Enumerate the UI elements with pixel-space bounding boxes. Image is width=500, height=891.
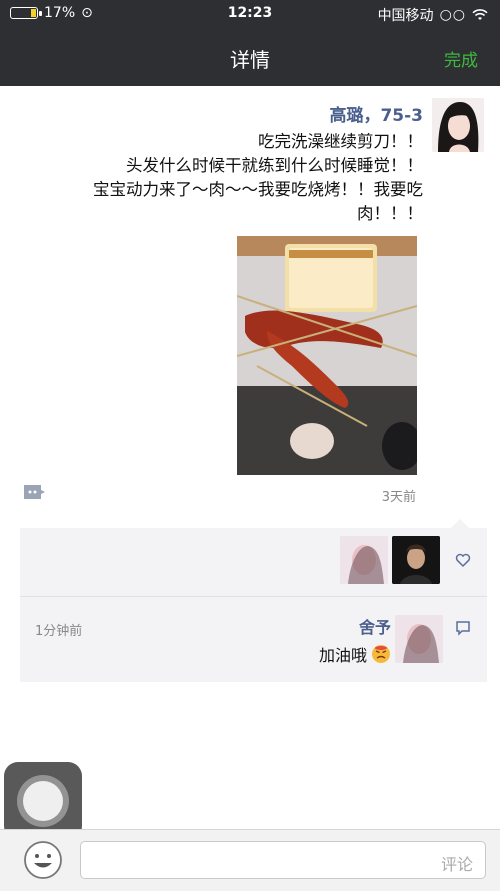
chat-bubble-icon[interactable]: [22, 483, 46, 501]
status-bar: 17% ⊙ 12:23 中国移动 ○○: [0, 0, 500, 28]
comment-icon[interactable]: [455, 620, 471, 636]
likes-row: [20, 528, 487, 597]
author-name[interactable]: 高璐，75-3: [329, 101, 423, 126]
comment-time: 1分钟前: [35, 624, 83, 639]
navigation-bar: 详情 完成: [0, 28, 500, 86]
done-button[interactable]: 完成: [444, 46, 478, 71]
comment-body: 加油哦: [318, 646, 367, 665]
comment-text: 加油哦: [319, 642, 391, 666]
interaction-panel: 舍予 加油哦 1分钟前: [20, 519, 487, 682]
commenter-name[interactable]: 舍予: [359, 614, 391, 638]
assistive-touch-center: [23, 781, 63, 821]
comment-input[interactable]: 评论: [80, 841, 486, 879]
heart-icon[interactable]: [455, 552, 471, 568]
carrier-name: 中国移动: [377, 8, 434, 24]
commenter-avatar-image: [395, 615, 443, 663]
post-text-line: 肉！！！: [357, 204, 423, 223]
post-text-line: 头发什么时候干就练到什么时候睡觉！！: [126, 156, 423, 175]
post-text-line: 吃完洗澡继续剪刀！！: [258, 132, 423, 151]
comment-bar: 评论: [0, 829, 500, 891]
post-time: 3天前: [381, 490, 416, 505]
author-avatar-image: [432, 98, 484, 152]
signal-dots: ○○: [439, 7, 466, 23]
post-text-line: 宝宝动力来了～肉～～我要吃烧烤！！我要吃: [93, 180, 423, 199]
commenter-avatar[interactable]: [395, 615, 443, 663]
author-avatar[interactable]: [432, 98, 484, 152]
liker-avatar[interactable]: [340, 536, 388, 584]
angry-face-emoji-icon: [372, 645, 390, 663]
liker-avatar[interactable]: [392, 536, 440, 584]
liker-avatar-image: [340, 536, 388, 584]
post-text: 吃完洗澡继续剪刀！！ 头发什么时候干就练到什么时候睡觉！！ 宝宝动力来了～肉～～…: [17, 130, 423, 226]
wifi-icon: [472, 9, 488, 20]
post-photo[interactable]: [237, 236, 417, 475]
smiley-icon[interactable]: [23, 840, 63, 880]
liker-avatar-image: [392, 536, 440, 584]
comment-input-placeholder: 评论: [440, 855, 473, 874]
page-title: 详情: [230, 48, 270, 72]
bbq-photo-image: [237, 236, 417, 475]
carrier-info: 中国移动 ○○: [378, 5, 488, 25]
